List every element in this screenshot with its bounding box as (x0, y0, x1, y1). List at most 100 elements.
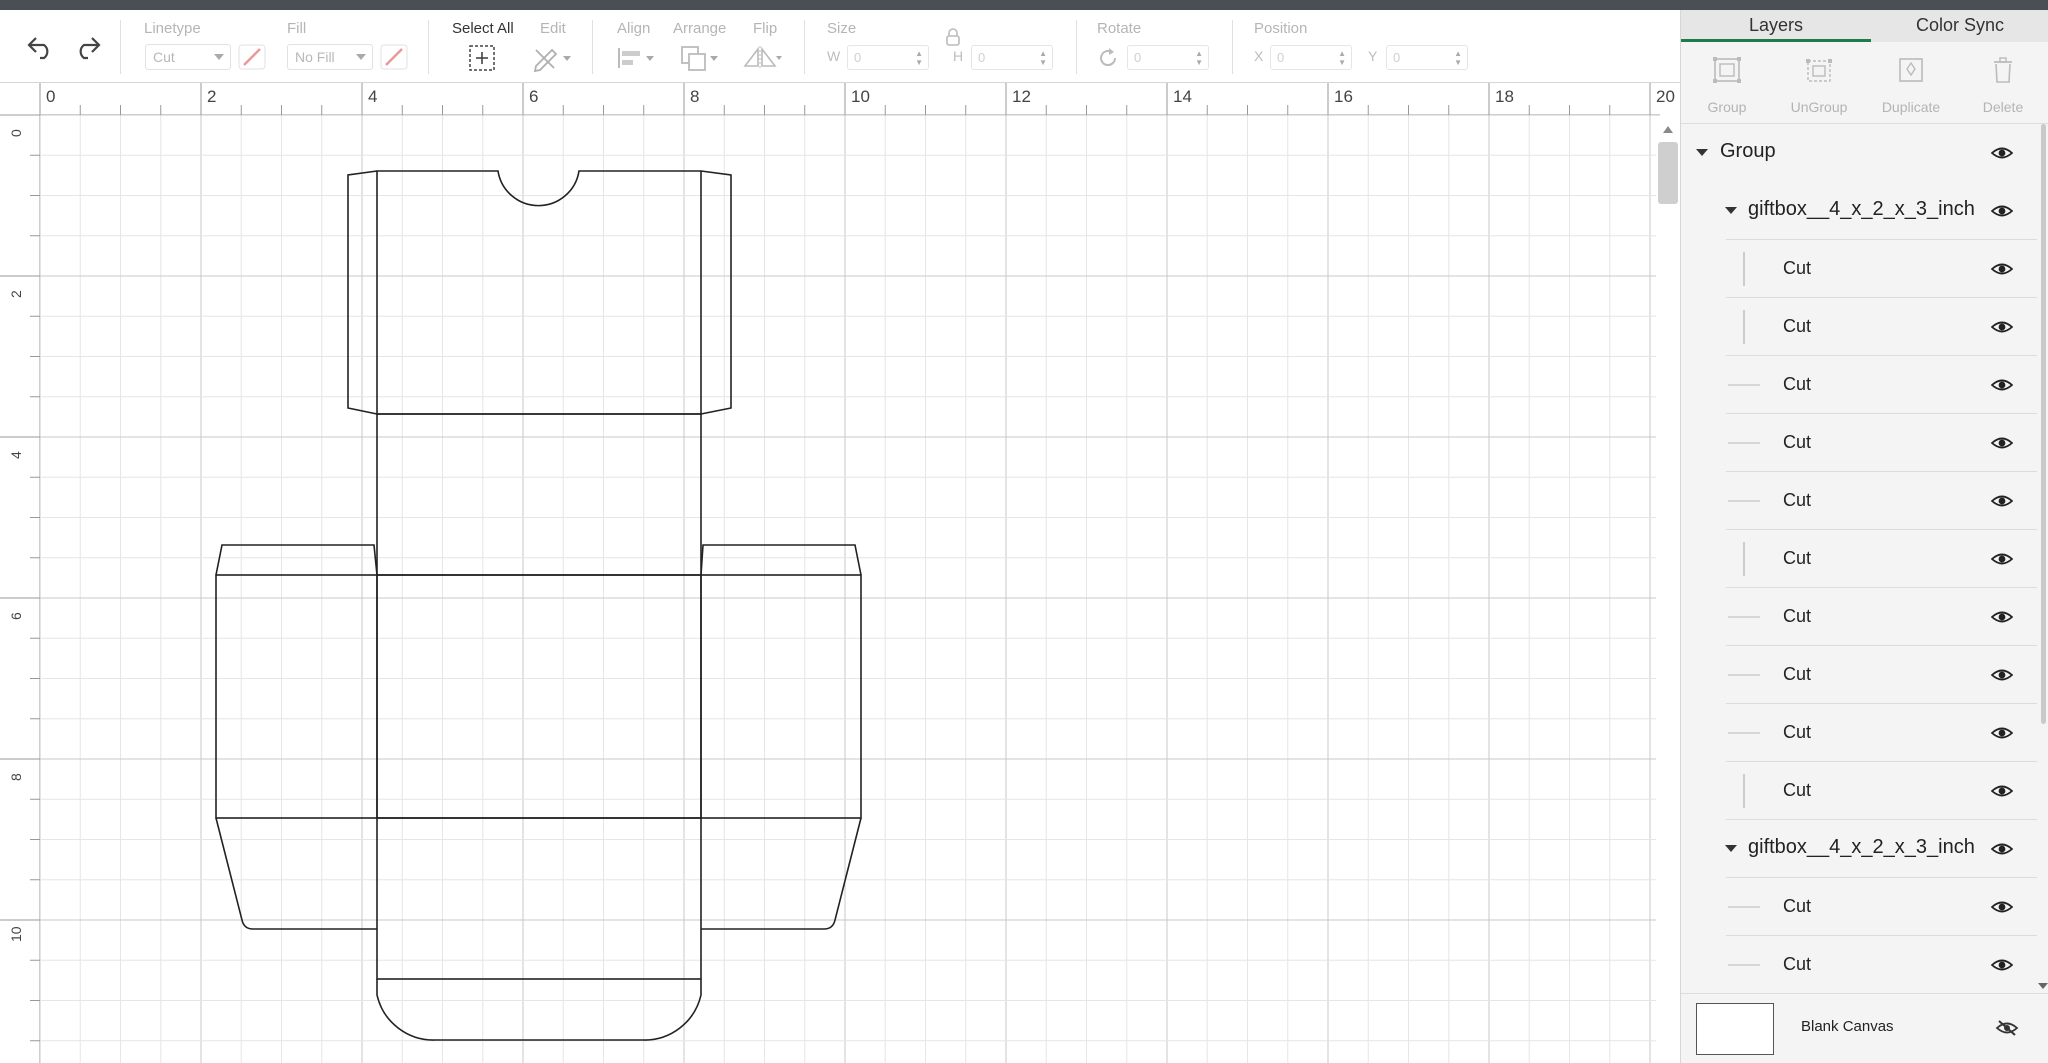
expand-triangle-icon[interactable] (1696, 149, 1708, 156)
linetype-select[interactable]: Cut (145, 44, 231, 70)
layer-item-cut[interactable]: Cut (1681, 472, 2037, 530)
layer-item-cut[interactable]: Cut (1681, 762, 2037, 820)
eye-icon[interactable] (1990, 957, 2014, 978)
layer-item-cut[interactable]: Cut (1681, 356, 2037, 414)
canvas-vertical-scrollbar[interactable] (1656, 120, 1680, 1063)
spinner-icon[interactable]: ▲ ▼ (1338, 49, 1346, 67)
layer-item-cut[interactable]: Cut (1681, 878, 2037, 936)
layer-item-cut[interactable]: Cut (1681, 646, 2037, 704)
linetype-color-swatch[interactable] (238, 44, 266, 70)
top-side-panel (376, 413, 702, 576)
x-input[interactable]: 0 ▲ ▼ (1270, 45, 1352, 70)
y-letter: Y (1368, 48, 1378, 64)
tab-layers[interactable]: Layers (1681, 10, 1871, 42)
ruler-top-label: 18 (1495, 87, 1514, 106)
eye-icon[interactable] (1990, 435, 2014, 456)
eye-icon[interactable] (1990, 841, 2014, 862)
lock-icon[interactable] (945, 28, 961, 46)
redo-icon[interactable] (72, 34, 102, 60)
scroll-down-icon[interactable] (2038, 983, 2048, 989)
layer-subgroup[interactable]: giftbox__4_x_2_x_3_inch (1681, 182, 2037, 240)
duplicate-icon (1899, 58, 1923, 82)
layer-item-cut[interactable]: Cut (1681, 298, 2037, 356)
flip-icon[interactable] (742, 44, 784, 72)
lid-panel (376, 170, 702, 415)
layers-list: Group giftbox__4_x_2_x_3_inch Cut Cut Cut Cut… (1681, 124, 2037, 993)
duplicate-button[interactable]: Duplicate (1865, 42, 1957, 124)
scrollbar-thumb[interactable] (1658, 142, 1678, 204)
eye-icon[interactable] (1990, 145, 2014, 166)
select-all-icon[interactable] (468, 44, 496, 72)
fill-color-swatch[interactable] (380, 44, 408, 70)
blank-canvas-row[interactable]: Blank Canvas (1681, 993, 2048, 1063)
layer-name: Cut (1783, 258, 1812, 278)
ruler-left-label: 2 (8, 290, 24, 298)
scroll-up-icon[interactable] (1663, 126, 1673, 133)
eye-icon[interactable] (1990, 203, 2014, 224)
linetype-label: Linetype (144, 20, 201, 37)
side-flap-left-bottom (215, 817, 377, 930)
y-input[interactable]: 0 ▲ ▼ (1386, 45, 1468, 70)
group-label: Group (1707, 99, 1747, 115)
width-value: 0 (854, 50, 862, 65)
eye-icon[interactable] (1990, 899, 2014, 920)
layers-panel: Layers Color Sync Group UnGroup Duplicat… (1680, 10, 2048, 1063)
eye-icon[interactable] (1990, 783, 2014, 804)
eye-icon[interactable] (1990, 609, 2014, 630)
expand-triangle-icon[interactable] (1725, 845, 1737, 852)
duplicate-label: Duplicate (1881, 99, 1941, 115)
ruler-left-label: 4 (8, 451, 24, 459)
ruler-left-label: 10 (8, 926, 24, 942)
tab-color-sync[interactable]: Color Sync (1871, 10, 2048, 42)
spinner-icon[interactable]: ▲ ▼ (1195, 49, 1203, 67)
select-all-label: Select All (452, 20, 514, 37)
layer-item-cut[interactable]: Cut (1681, 588, 2037, 646)
eye-hidden-icon[interactable] (1995, 1019, 2019, 1037)
eye-icon[interactable] (1990, 261, 2014, 282)
layer-name: Cut (1783, 954, 1812, 974)
eye-icon[interactable] (1990, 725, 2014, 746)
eye-icon[interactable] (1990, 377, 2014, 398)
blank-canvas-swatch[interactable] (1696, 1003, 1774, 1055)
width-letter: W (827, 48, 841, 64)
rotate-icon[interactable] (1096, 46, 1120, 70)
side-flap-right-bottom (701, 817, 862, 930)
width-input[interactable]: 0 ▲ ▼ (847, 45, 929, 70)
layer-thumbnail (1726, 656, 1762, 694)
layer-item-cut[interactable]: Cut (1681, 704, 2037, 762)
edit-icon[interactable] (532, 44, 574, 72)
align-icon[interactable] (616, 44, 656, 72)
ungroup-button[interactable]: UnGroup (1773, 42, 1865, 124)
layer-item-cut[interactable]: Cut (1681, 530, 2037, 588)
layer-item-cut[interactable]: Cut (1681, 936, 2037, 993)
spinner-icon[interactable]: ▲ ▼ (1039, 49, 1047, 67)
layer-subgroup[interactable]: giftbox__4_x_2_x_3_inch (1681, 820, 2037, 878)
spinner-icon[interactable]: ▲ ▼ (915, 49, 923, 67)
layers-scrollbar[interactable] (2037, 124, 2048, 993)
eye-icon[interactable] (1990, 551, 2014, 572)
eye-icon[interactable] (1990, 319, 2014, 340)
scrollbar-thumb[interactable] (2041, 124, 2046, 724)
giftbox-template[interactable] (40, 115, 1660, 1063)
undo-icon[interactable] (26, 34, 56, 60)
layer-thumbnail (1726, 598, 1762, 636)
eye-icon[interactable] (1990, 667, 2014, 688)
layer-item-cut[interactable]: Cut (1681, 240, 2037, 298)
eye-icon[interactable] (1990, 493, 2014, 514)
expand-triangle-icon[interactable] (1725, 207, 1737, 214)
x-letter: X (1254, 48, 1264, 64)
rotate-label: Rotate (1097, 20, 1142, 37)
layer-group[interactable]: Group (1681, 124, 2037, 182)
arrange-icon[interactable] (680, 44, 720, 74)
group-button[interactable]: Group (1681, 42, 1773, 124)
position-label: Position (1254, 20, 1308, 37)
height-input[interactable]: 0 ▲ ▼ (971, 45, 1053, 70)
ungroup-icon (1806, 59, 1832, 82)
side-flap-right-top (700, 544, 862, 576)
delete-button[interactable]: Delete (1957, 42, 2048, 124)
design-canvas[interactable] (40, 115, 1660, 1063)
rotate-input[interactable]: 0 ▲ ▼ (1127, 45, 1209, 70)
layer-item-cut[interactable]: Cut (1681, 414, 2037, 472)
spinner-icon[interactable]: ▲ ▼ (1454, 49, 1462, 67)
fill-select[interactable]: No Fill (287, 44, 373, 70)
